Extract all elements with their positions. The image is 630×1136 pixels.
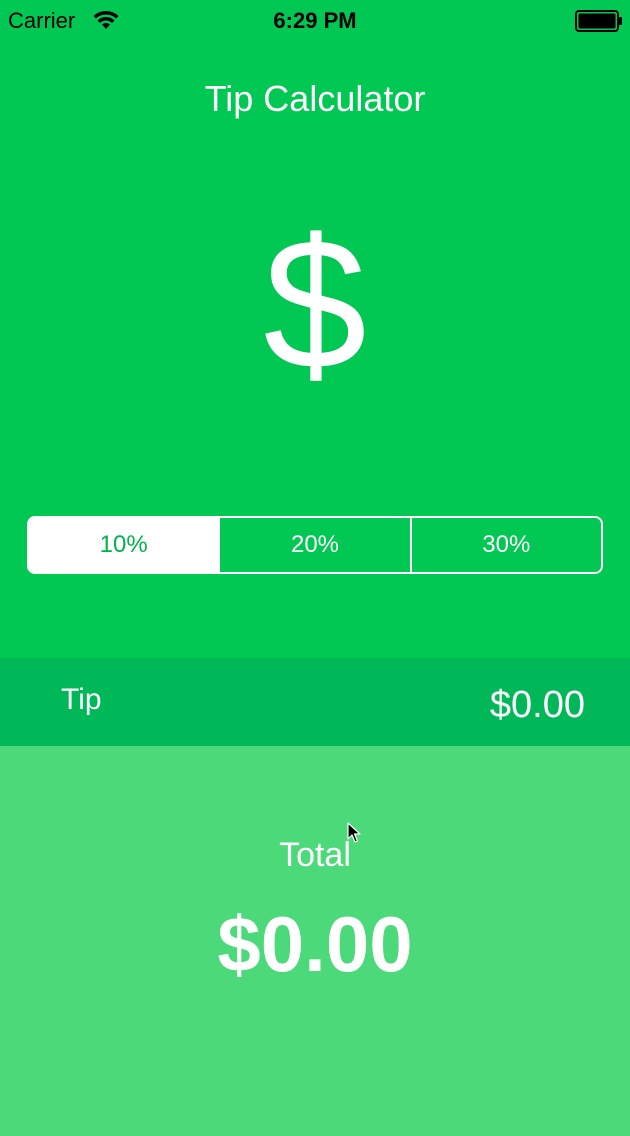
tip-option-10[interactable]: 10% <box>29 518 219 572</box>
tip-label: Tip <box>61 683 102 716</box>
total-area: Total $0.00 <box>0 746 630 1136</box>
battery-icon <box>575 10 622 32</box>
page-title: Tip Calculator <box>204 78 426 119</box>
bill-amount-input[interactable] <box>140 200 490 410</box>
tip-amount: $0.00 <box>489 684 585 726</box>
tip-option-30[interactable]: 30% <box>409 518 601 572</box>
total-label: Total <box>279 836 351 874</box>
tip-calculator-screen: Carrier 6:29 PM Tip Calculator 10% 20% 3… <box>0 0 630 1136</box>
status-time: 6:29 PM <box>273 8 357 33</box>
tip-row: Tip $0.00 <box>0 658 630 746</box>
total-amount: $0.00 <box>217 900 413 988</box>
status-bar: Carrier 6:29 PM <box>0 0 630 40</box>
tip-percentage-control: 10% 20% 30% <box>27 516 603 574</box>
tip-option-20[interactable]: 20% <box>218 518 409 572</box>
mouse-pointer-icon <box>347 822 361 843</box>
